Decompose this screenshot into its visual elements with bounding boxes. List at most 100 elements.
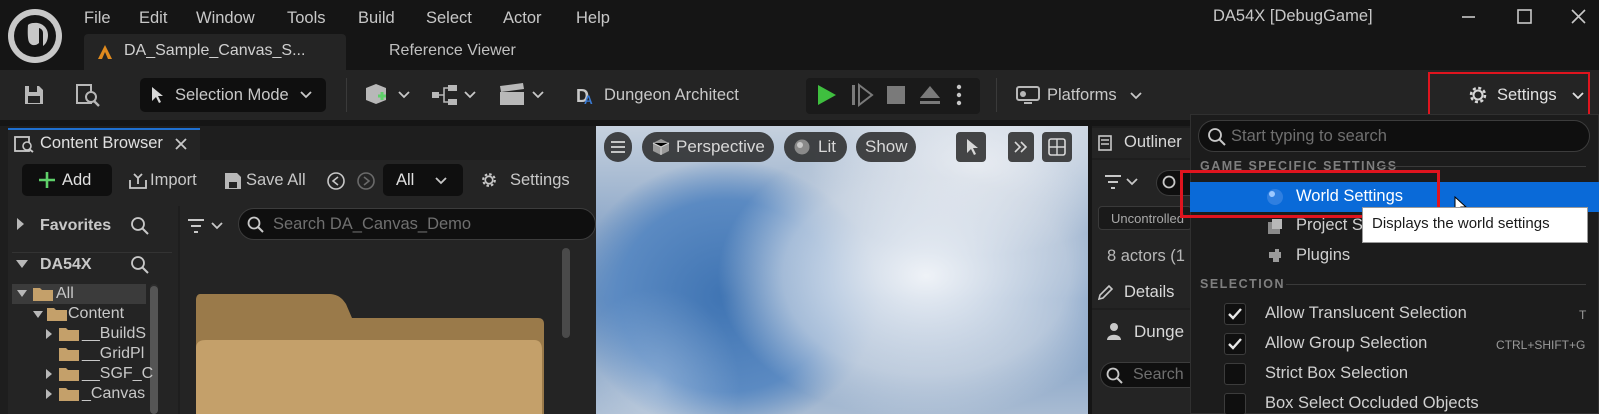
tab-details[interactable]: Details	[1092, 278, 1192, 308]
settings-search-input[interactable]: Start typing to search	[1198, 120, 1590, 152]
tab-content-browser[interactable]: Content Browser	[8, 128, 200, 160]
menu-actor[interactable]: Actor	[503, 6, 542, 30]
expand-toolbar-button[interactable]	[1008, 132, 1034, 162]
path-filter-dropdown[interactable]: All	[383, 164, 463, 196]
search-icon[interactable]	[130, 255, 150, 275]
box-select-occluded-checkbox[interactable]	[1224, 393, 1246, 414]
perspective-label: Perspective	[676, 137, 765, 156]
menu-select[interactable]: Select	[426, 6, 472, 30]
menu-tools[interactable]: Tools	[287, 6, 326, 30]
caret-right-icon[interactable]	[44, 327, 54, 341]
browse-icon[interactable]	[74, 82, 102, 108]
more-options-icon[interactable]	[955, 83, 963, 107]
menu-divider	[1376, 166, 1586, 167]
layout-button[interactable]	[1042, 132, 1072, 162]
toolbar-divider	[996, 78, 997, 112]
uncontrolled-filter[interactable]: Uncontrolled	[1098, 206, 1192, 230]
search-icon	[247, 216, 265, 234]
path-filter-value: All	[396, 171, 415, 189]
toolbar-divider	[346, 78, 347, 112]
tree-item-content[interactable]: Content	[68, 305, 124, 323]
tree-item-canvas[interactable]: _Canvas	[82, 385, 145, 403]
caret-right-icon[interactable]	[44, 367, 54, 381]
search-icon[interactable]	[130, 216, 150, 236]
asset-search-input[interactable]: Search DA_Canvas_Demo	[238, 208, 596, 240]
folder-icon	[58, 346, 80, 362]
details-search-input[interactable]: Search	[1100, 362, 1192, 388]
play-icon[interactable]	[814, 83, 838, 107]
import-button[interactable]: Import	[150, 171, 197, 190]
select-tool-button[interactable]	[956, 132, 986, 162]
pencil-icon	[1096, 284, 1114, 302]
show-label: Show	[865, 137, 908, 156]
dungeon-architect-icon: DA	[575, 84, 597, 106]
menu-build[interactable]: Build	[358, 6, 395, 30]
tab-outliner[interactable]: Outliner	[1092, 128, 1192, 158]
history-back-icon[interactable]	[326, 171, 346, 191]
content-settings-button[interactable]: Settings	[510, 171, 570, 190]
tree-item-all[interactable]: All	[56, 285, 74, 303]
minimize-icon[interactable]	[1458, 6, 1480, 28]
menu-help[interactable]: Help	[576, 6, 610, 30]
project-root-header[interactable]: DA54X	[40, 256, 92, 274]
stop-icon[interactable]	[886, 85, 906, 105]
cursor-icon	[964, 138, 980, 156]
menu-item-box-select-occluded-objects[interactable]: Box Select Occluded Objects	[1265, 394, 1479, 413]
asset-search-placeholder: Search DA_Canvas_Demo	[273, 215, 472, 233]
tree-item-builds[interactable]: __BuildS	[82, 325, 146, 343]
tab-dungeon-asset[interactable]: DA_Sample_Canvas_S...	[84, 34, 346, 70]
caret-down-icon[interactable]	[14, 258, 30, 270]
level-viewport[interactable]: Perspective Lit Show	[596, 126, 1088, 414]
outliner-label: Outliner	[1124, 133, 1182, 151]
favorites-header[interactable]: Favorites	[40, 217, 111, 235]
platforms-icon	[1015, 84, 1041, 106]
menu-edit[interactable]: Edit	[139, 6, 167, 30]
save-all-button[interactable]: Save All	[246, 171, 306, 190]
maximize-icon[interactable]	[1514, 6, 1536, 28]
menu-window[interactable]: Window	[196, 6, 255, 30]
show-button[interactable]: Show	[856, 132, 916, 162]
details-label: Details	[1124, 283, 1175, 301]
blueprint-button[interactable]	[430, 82, 478, 108]
app-title: DA54X [DebugGame]	[1213, 7, 1373, 25]
shortcut-label: CTRL+SHIFT+G	[1496, 338, 1586, 352]
filter-icon[interactable]	[1103, 172, 1143, 192]
perspective-button[interactable]: Perspective	[642, 132, 774, 162]
folder-thumbnail[interactable]	[196, 294, 544, 414]
add-actor-button[interactable]	[362, 82, 410, 108]
selection-mode-dropdown[interactable]: Selection Mode	[140, 78, 326, 112]
caret-down-icon[interactable]	[32, 310, 44, 320]
lit-button[interactable]: Lit	[784, 132, 847, 162]
asset-scrollbar[interactable]	[562, 248, 570, 338]
tree-item-grid[interactable]: __GridPl	[82, 345, 144, 363]
add-button[interactable]: Add	[22, 164, 112, 196]
step-forward-icon[interactable]	[850, 83, 874, 107]
allow-translucent-checkbox[interactable]	[1224, 303, 1246, 325]
eject-icon[interactable]	[918, 83, 942, 107]
filter-icon[interactable]	[186, 216, 226, 236]
menu-item-allow-translucent-selection[interactable]: Allow Translucent Selection	[1265, 304, 1467, 323]
menu-item-plugins[interactable]: Plugins	[1296, 246, 1350, 265]
hamburger-icon	[610, 140, 626, 154]
strict-box-checkbox[interactable]	[1224, 363, 1246, 385]
close-icon[interactable]	[1568, 6, 1590, 28]
caret-down-icon[interactable]	[16, 289, 28, 299]
save-icon[interactable]	[22, 83, 46, 107]
viewport-menu-button[interactable]	[604, 132, 632, 162]
dungeon-architect-button[interactable]: Dungeon Architect	[604, 86, 739, 105]
tab-reference-viewer[interactable]: Reference Viewer	[389, 42, 516, 60]
menu-item-allow-group-selection[interactable]: Allow Group Selection	[1265, 334, 1427, 353]
caret-right-icon[interactable]	[14, 216, 26, 232]
platforms-button[interactable]: Platforms	[1047, 86, 1117, 105]
unreal-logo-icon[interactable]	[8, 9, 62, 63]
cinematics-button[interactable]	[497, 82, 545, 108]
checkmark-icon	[1228, 308, 1242, 320]
menu-file[interactable]: File	[84, 6, 111, 30]
history-forward-icon[interactable]	[356, 171, 376, 191]
tree-item-sgf[interactable]: __SGF_C	[82, 365, 153, 383]
menu-item-strict-box-selection[interactable]: Strict Box Selection	[1265, 364, 1408, 383]
caret-right-icon[interactable]	[44, 387, 54, 401]
close-icon[interactable]	[174, 137, 188, 151]
allow-group-checkbox[interactable]	[1224, 333, 1246, 355]
tree-scrollbar-thumb[interactable]	[150, 286, 158, 414]
